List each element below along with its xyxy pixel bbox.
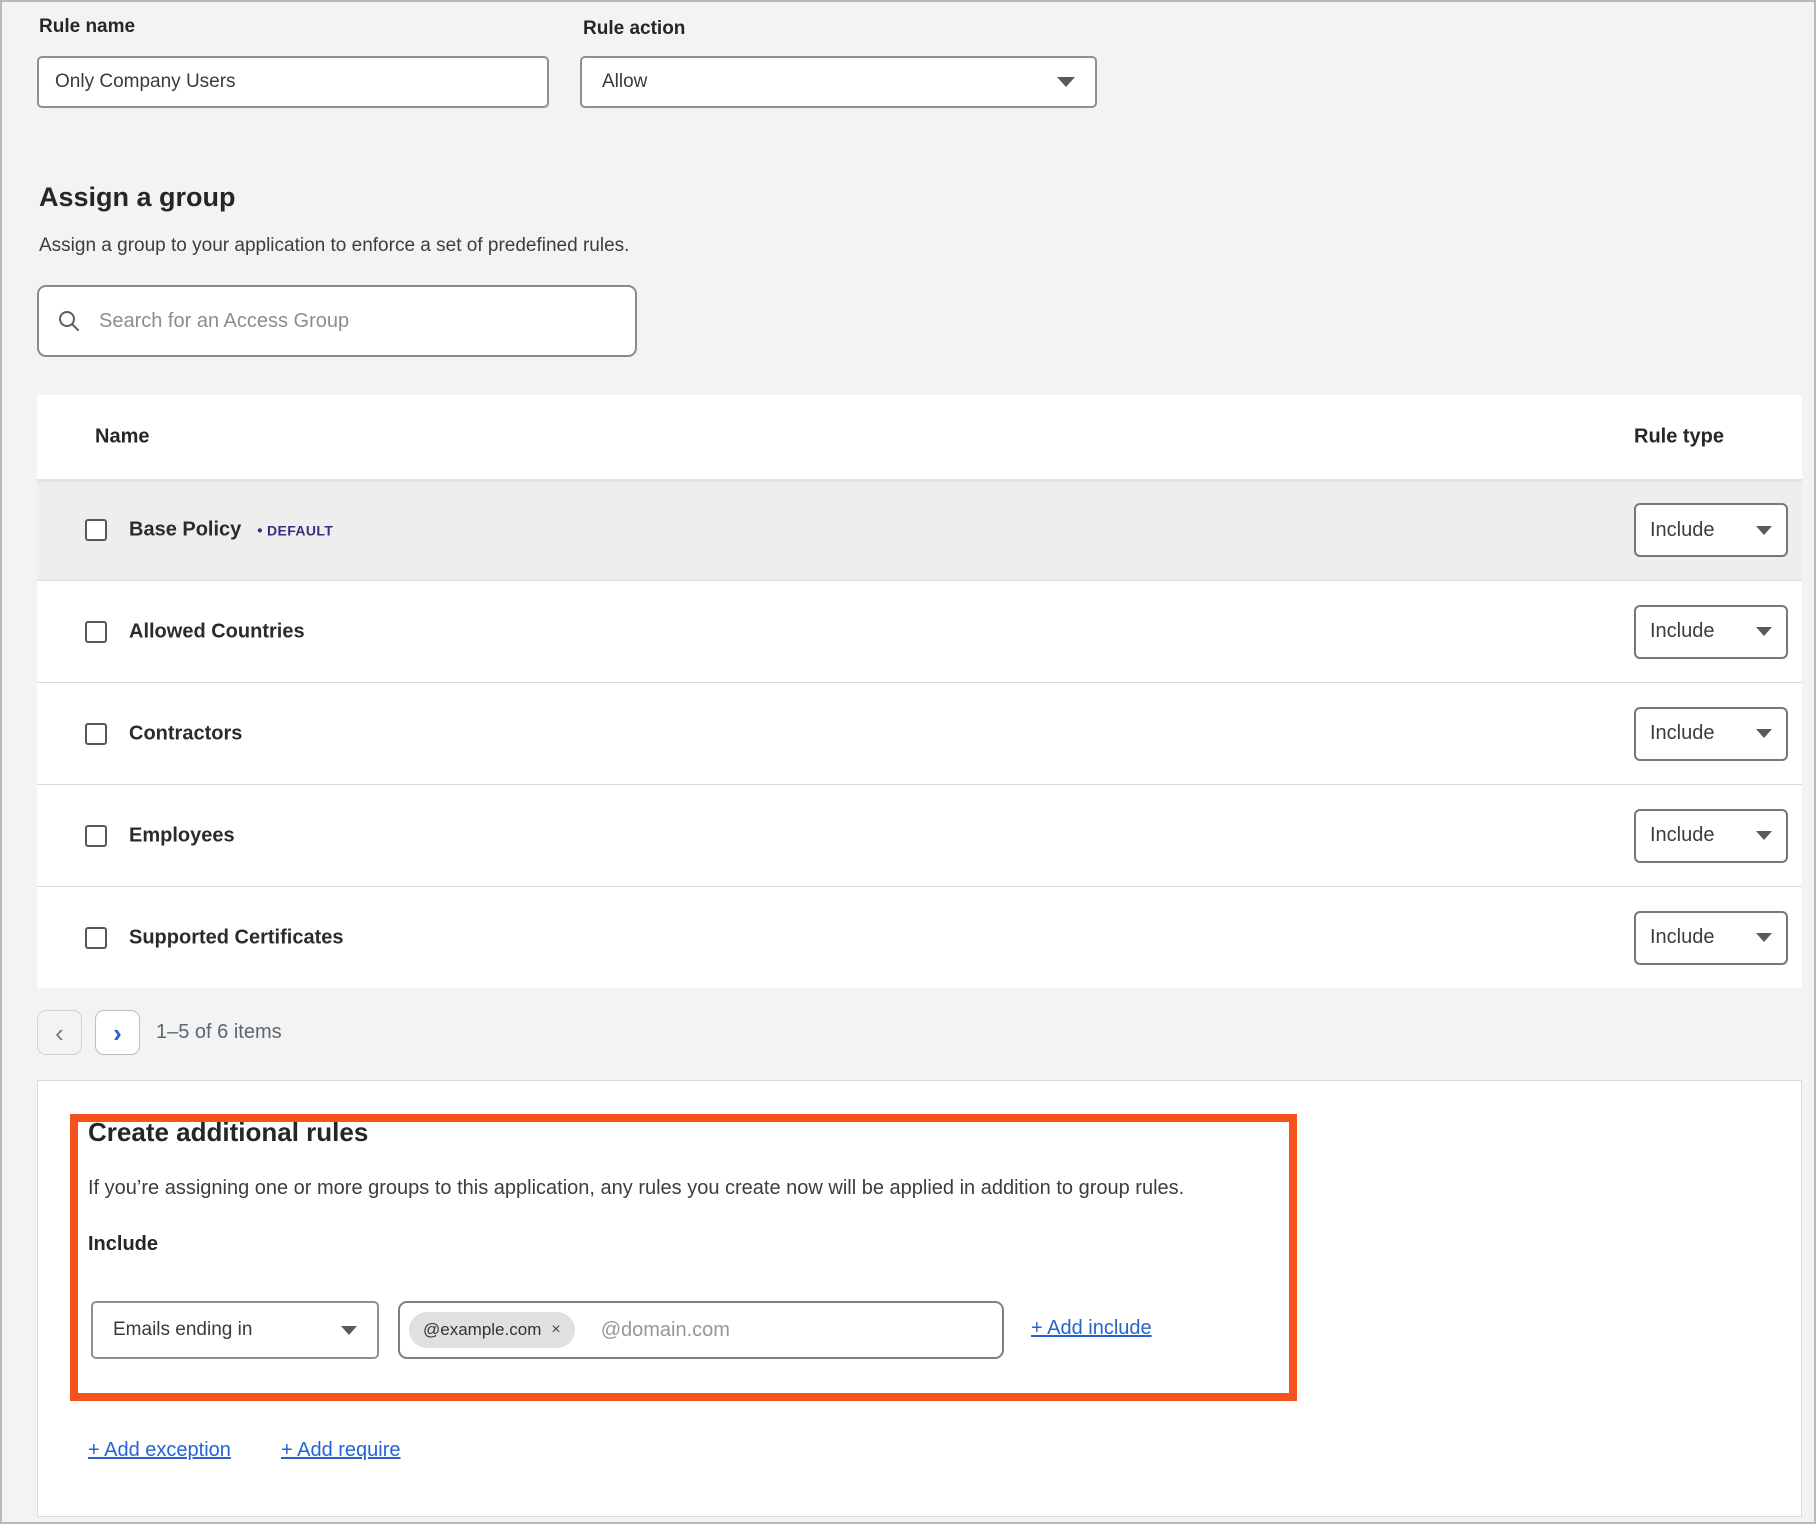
include-label: Include [88, 1233, 158, 1256]
email-domain-chip: @example.com × [409, 1312, 575, 1348]
table-row: Allowed Countries Include [37, 580, 1802, 682]
assign-group-description: Assign a group to your application to en… [39, 235, 629, 257]
chip-label: @example.com [423, 1320, 541, 1340]
rule-type-select[interactable]: Include [1634, 707, 1788, 761]
rule-action-label: Rule action [583, 18, 685, 40]
column-header-rule-type: Rule type [1634, 426, 1724, 449]
caret-down-icon [1756, 526, 1772, 535]
rule-type-select[interactable]: Include [1634, 503, 1788, 557]
row-checkbox[interactable] [85, 723, 107, 745]
caret-down-icon [1756, 831, 1772, 840]
caret-down-icon [1756, 729, 1772, 738]
email-domain-field[interactable] [599, 1318, 993, 1343]
previous-page-button[interactable]: ‹ [37, 1010, 82, 1055]
row-checkbox[interactable] [85, 825, 107, 847]
rule-type-select[interactable]: Include [1634, 809, 1788, 863]
group-name: Base Policy [129, 519, 241, 541]
condition-select[interactable]: Emails ending in [91, 1301, 379, 1359]
access-groups-table: Name Rule type Base Policy •DEFAULT Inclu… [37, 395, 1802, 988]
bullet-icon: • [257, 523, 263, 540]
rule-name-input[interactable] [37, 56, 549, 108]
default-badge: •DEFAULT [257, 523, 333, 539]
group-name: Employees [129, 824, 235, 847]
additional-rules-card: Create additional rules If you’re assign… [37, 1080, 1802, 1517]
search-icon [57, 309, 81, 333]
rule-type-value: Include [1650, 824, 1715, 847]
additional-rules-description: If you’re assigning one or more groups t… [88, 1177, 1184, 1200]
rule-action-select[interactable]: Allow [580, 56, 1097, 108]
rule-type-select[interactable]: Include [1634, 911, 1788, 965]
add-include-link[interactable]: + Add include [1031, 1317, 1152, 1340]
table-row: Base Policy •DEFAULT Include [37, 480, 1802, 580]
table-row: Contractors Include [37, 682, 1802, 784]
table-header: Name Rule type [37, 395, 1802, 480]
caret-down-icon [1756, 627, 1772, 636]
rule-type-value: Include [1650, 722, 1715, 745]
rule-type-select[interactable]: Include [1634, 605, 1788, 659]
row-checkbox[interactable] [85, 621, 107, 643]
row-checkbox[interactable] [85, 927, 107, 949]
rule-name-label: Rule name [39, 16, 135, 38]
rule-settings-page: Rule name Rule action Allow Assign a gro… [0, 0, 1816, 1524]
pagination-status: 1–5 of 6 items [156, 1021, 282, 1044]
email-domains-input[interactable]: @example.com × [398, 1301, 1004, 1359]
rule-action-value: Allow [602, 71, 647, 93]
column-header-name: Name [95, 426, 149, 449]
condition-value: Emails ending in [113, 1319, 252, 1341]
close-icon[interactable]: × [551, 1321, 560, 1339]
assign-group-title: Assign a group [39, 182, 236, 213]
group-name: Supported Certificates [129, 926, 343, 949]
group-name: Allowed Countries [129, 620, 305, 643]
rule-type-value: Include [1650, 926, 1715, 949]
rule-type-value: Include [1650, 519, 1715, 542]
chevron-right-icon: › [113, 1020, 122, 1046]
add-require-link[interactable]: + Add require [281, 1439, 401, 1462]
table-row: Supported Certificates Include [37, 886, 1802, 988]
access-group-search[interactable] [37, 285, 637, 357]
pagination: ‹ › 1–5 of 6 items [37, 1010, 282, 1055]
caret-down-icon [341, 1326, 357, 1335]
rule-type-value: Include [1650, 620, 1715, 643]
add-exception-link[interactable]: + Add exception [88, 1439, 231, 1462]
next-page-button[interactable]: › [95, 1010, 140, 1055]
chevron-left-icon: ‹ [55, 1020, 64, 1046]
additional-rules-title: Create additional rules [88, 1117, 368, 1148]
table-row: Employees Include [37, 784, 1802, 886]
group-name: Contractors [129, 722, 242, 745]
caret-down-icon [1756, 933, 1772, 942]
search-input[interactable] [97, 309, 617, 334]
caret-down-icon [1057, 77, 1075, 87]
row-checkbox[interactable] [85, 519, 107, 541]
